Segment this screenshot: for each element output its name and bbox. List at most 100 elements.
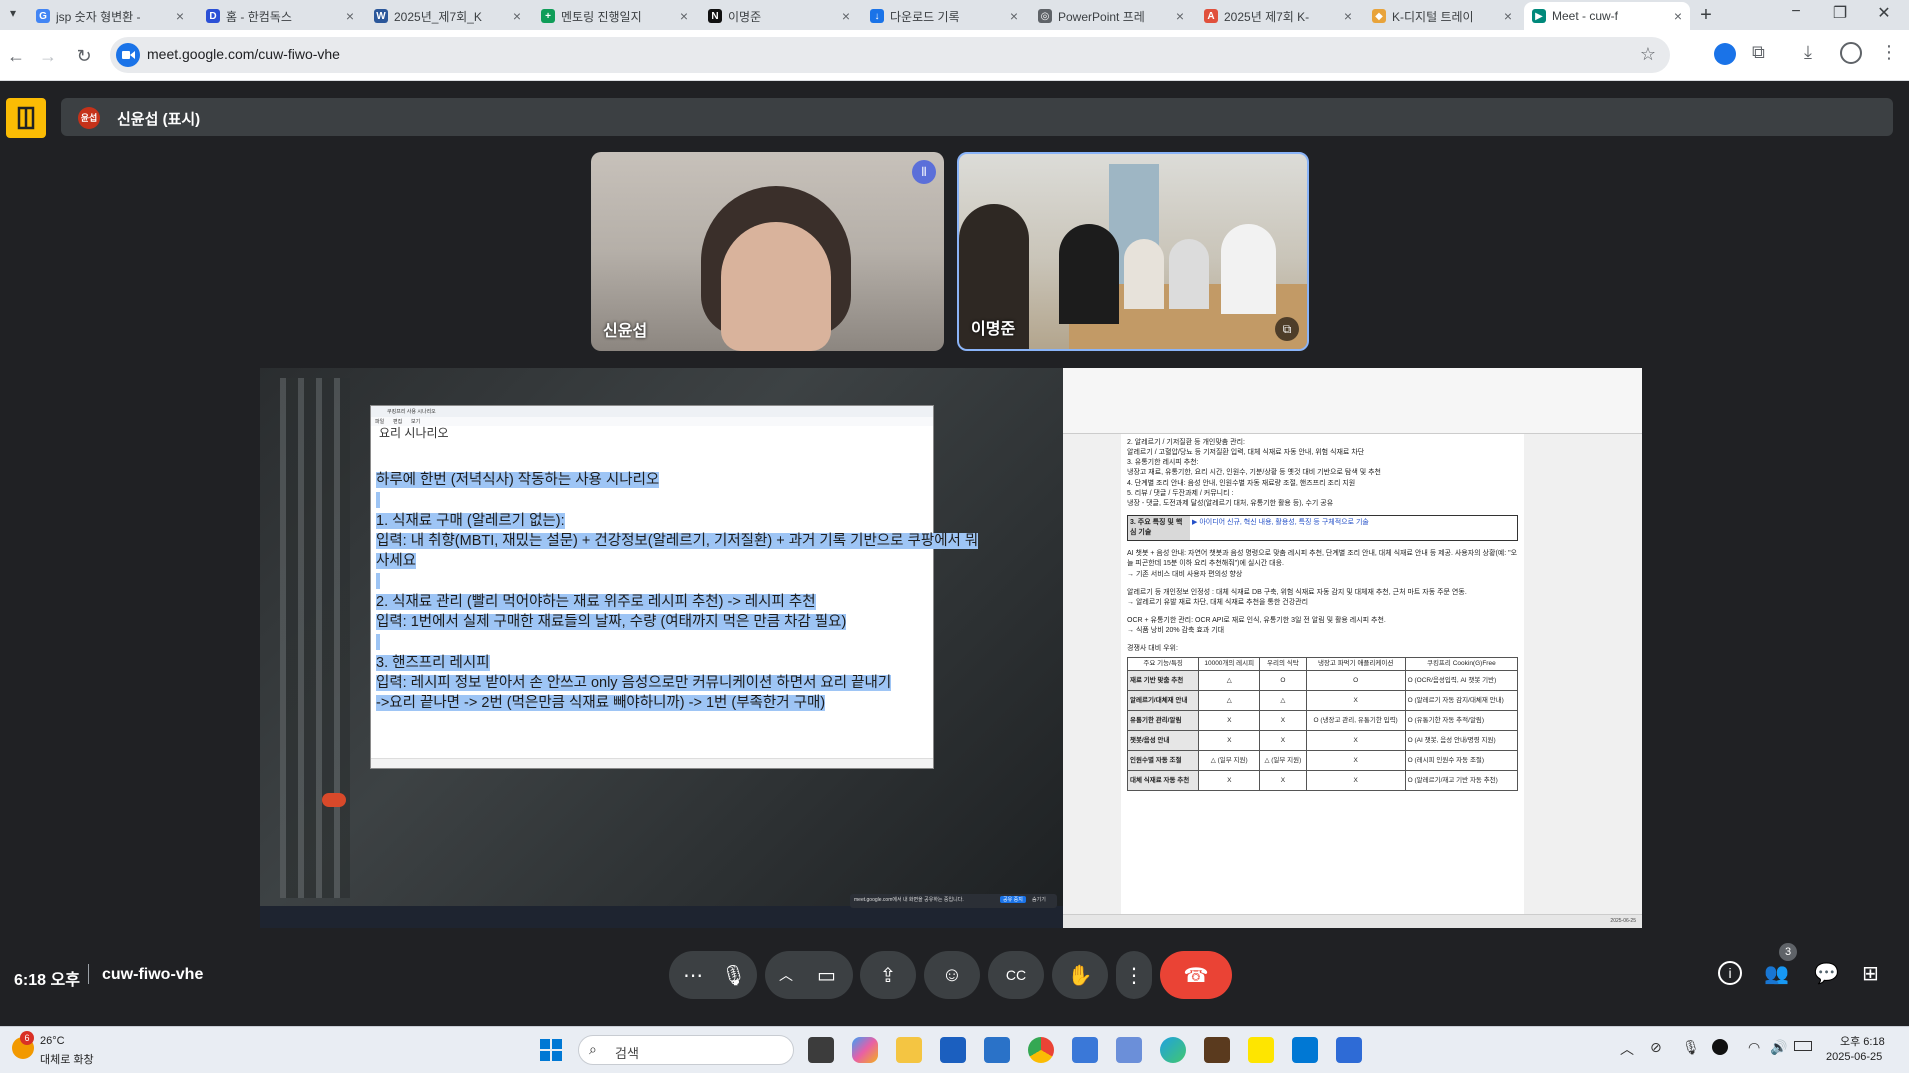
tab-title: 이명준 [728,9,762,24]
more-actions-button[interactable]: ⋮ [1116,951,1152,999]
document-line: 2. 알레르기 / 기저질환 등 개인맞춤 관리: [1127,439,1245,446]
edge-icon[interactable] [1160,1037,1186,1063]
document-date: 2025-06-25 [1610,918,1636,924]
browser-tab[interactable]: + 멘토링 진행일지 × [533,2,696,30]
store-icon[interactable] [940,1037,966,1063]
vscode-icon[interactable] [1292,1037,1318,1063]
document-line: 4. 단계별 조리 안내: 음성 안내, 인원수별 자동 재료량 조절, 핸즈프… [1127,479,1356,487]
tab-close-icon[interactable]: × [1344,8,1352,24]
new-tab-button[interactable]: + [1694,3,1718,27]
tab-search-icon[interactable]: ▾ [4,6,22,24]
browser-tab[interactable]: ↓ 다운로드 기록 × [862,2,1026,30]
tab-close-icon[interactable]: × [842,8,850,24]
clock-date[interactable]: 2025-06-25 [1826,1051,1882,1063]
table-cell: X [1259,769,1307,791]
downloads-icon[interactable]: ⤓ [1804,42,1812,63]
back-button[interactable]: ← [4,44,28,68]
tab-close-icon[interactable]: × [1674,8,1682,24]
camera-toggle-button[interactable]: ︿ ▭ [765,951,853,999]
tab-close-icon[interactable]: × [680,8,688,24]
tab-close-icon[interactable]: × [1176,8,1184,24]
forward-button[interactable]: → [36,44,60,68]
tab-title: 멘토링 진행일지 [561,9,642,24]
tray-overflow-icon[interactable]: ︿ [1620,1039,1634,1059]
presenter-label: 신윤섭 (표시) [117,111,201,128]
people-icon[interactable]: 👥 [1764,961,1789,986]
battery-icon[interactable] [1794,1041,1812,1051]
captions-button[interactable]: CC [988,951,1044,999]
tray-network-off-icon[interactable]: ⊘ [1650,1039,1662,1056]
participant-tile-self[interactable]: ⦀ 신윤섭 [591,152,944,351]
game-app-icon[interactable] [1204,1037,1230,1063]
document-page: 2. 알레르기 / 기저질환 등 개인맞춤 관리: 알레르기 / 고혈압/당뇨 … [1121,434,1524,918]
participant-name: 이명준 [971,321,1016,338]
notepad-line: 1. 식재료 구매 (알레르기 없는): [376,512,565,529]
document-para: OCR + 유통기한 관리: OCR API로 재료 인식, 유통기한 3일 전… [1127,616,1386,624]
mail-icon[interactable] [984,1037,1010,1063]
taskbar-search-box[interactable]: ⌕ 검색 [578,1035,794,1065]
mini-share-text: meet.google.com에서 내 화면을 공유하는 중입니다. [854,897,964,903]
notepad-text: 하루에 한번 (저녁식사) 작동하는 사용 시나리오 1. 식재료 구매 (알레… [376,470,979,714]
hwp-app-icon[interactable] [1336,1037,1362,1063]
snipping-tool-icon[interactable] [1116,1037,1142,1063]
emoji-reaction-button[interactable]: ☺ [924,951,980,999]
kakaotalk-icon[interactable] [1248,1037,1274,1063]
chrome-icon[interactable] [1028,1037,1054,1063]
more-dots-icon: ⋯ [683,964,703,987]
window-close-button[interactable]: ✕ [1872,3,1896,27]
table-header-row: 주요 기능/특징 10000개의 레시피 우리의 식탁 냉장고 파먹기 애플리케이션 쿠… [1126,657,1519,671]
notepad-line: ->요리 끝나면 -> 2번 (먹은만큼 식재료 빼야하니까) -> 1번 (부… [376,695,826,712]
notepad-app-icon[interactable] [1072,1037,1098,1063]
tab-title: jsp 숫자 형변환 - [56,9,141,24]
more-options-button[interactable]: ⋯ 🎙 [669,951,757,999]
browser-tab[interactable]: W 2025년_제7회_K × [366,2,529,30]
tab-close-icon[interactable]: × [176,8,184,24]
extension-icon[interactable] [1714,43,1736,65]
meet-site-icon[interactable] [116,43,140,67]
activities-icon[interactable]: ⊞ [1862,961,1879,986]
browser-tab[interactable]: D 홈 - 한컴독스 × [198,2,362,30]
omnibox[interactable]: meet.google.com/cuw-fiwo-vhe ☆ [110,37,1670,73]
chat-icon[interactable]: 💬 [1814,961,1839,986]
puzzle-extensions-icon[interactable]: ⧉ [1752,42,1765,63]
hancom-docs-icon: D [206,9,220,23]
document-line: 3. 유통기한 레시피 추천: [1127,459,1199,467]
tab-close-icon[interactable]: × [346,8,354,24]
meeting-info-icon[interactable]: i [1718,961,1742,985]
wifi-icon[interactable]: ◠ [1748,1039,1760,1056]
present-screen-button[interactable]: ⇪ [860,951,916,999]
url-text: meet.google.com/cuw-fiwo-vhe [147,46,340,62]
browser-tab[interactable]: Gjsp 숫자 형변환 - × [28,2,192,30]
window-maximize-button[interactable]: ❐ [1828,3,1852,27]
search-icon: ⌕ [589,1041,597,1057]
file-explorer-icon[interactable] [896,1037,922,1063]
reload-button[interactable]: ↻ [72,44,96,68]
raise-hand-button[interactable]: ✋ [1052,951,1108,999]
leave-call-button[interactable]: ☎ [1160,951,1232,999]
task-view-icon[interactable] [808,1037,834,1063]
browser-tab[interactable]: A 2025년 제7회 K- × [1196,2,1360,30]
tab-close-icon[interactable]: × [1504,8,1512,24]
tray-mic-icon[interactable]: 🎙 [1682,1039,1700,1056]
tab-close-icon[interactable]: × [1010,8,1018,24]
bookmark-star-icon[interactable]: ☆ [1640,44,1656,65]
window-minimize-button[interactable]: − [1784,3,1808,27]
volume-icon[interactable]: 🔊 [1770,1039,1787,1056]
browser-tab[interactable]: ◎ PowerPoint 프레 × [1030,2,1192,30]
copilot-icon[interactable] [852,1037,878,1063]
start-button[interactable] [540,1039,562,1061]
tray-app-icon[interactable] [1712,1039,1728,1055]
browser-menu-icon[interactable]: ⋮ [1880,42,1898,63]
browser-tab[interactable]: ◆ K-디지털 트레이 × [1364,2,1520,30]
notepad-statusbar [371,758,933,768]
profile-icon[interactable] [1840,42,1862,64]
shared-screen[interactable]: meet.google.com에서 내 화면을 공유하는 중입니다. 공유 중지… [260,368,1642,928]
browser-tab[interactable]: ▶ Meet - cuw-f × [1524,2,1690,30]
clock-time[interactable]: 오후 6:18 [1840,1033,1885,1049]
participant-tile-room[interactable]: ⧉ 이명준 [957,152,1309,351]
meet-companion-icon[interactable] [6,98,46,138]
pip-icon[interactable]: ⧉ [1275,317,1299,341]
mini-share-bar: meet.google.com에서 내 화면을 공유하는 중입니다. 공유 중지… [850,894,1057,908]
browser-tab[interactable]: N 이명준 × [700,2,858,30]
tab-close-icon[interactable]: × [513,8,521,24]
